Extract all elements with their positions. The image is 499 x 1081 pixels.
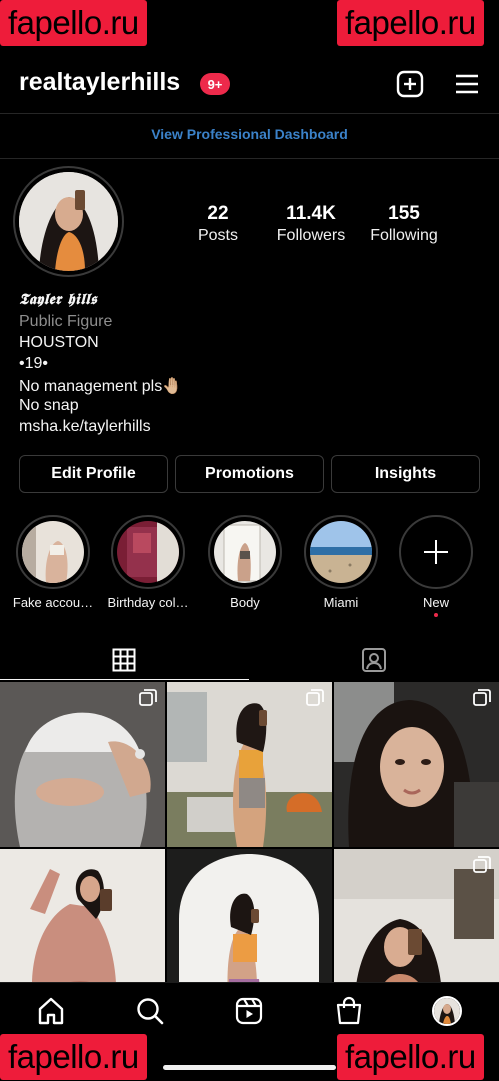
stat-posts-label: Posts: [197, 227, 238, 244]
highlight-item[interactable]: Fake accou…: [12, 515, 94, 610]
stat-following-count: 155: [388, 203, 420, 224]
create-post-icon[interactable]: [396, 70, 424, 98]
grid-icon: [112, 648, 136, 672]
tab-posts-grid[interactable]: [0, 640, 248, 680]
notification-badge: 9+: [200, 73, 230, 95]
avatar[interactable]: [19, 172, 118, 271]
highlight-ring: [208, 515, 282, 589]
stat-followers-count: 11.4K: [286, 203, 336, 224]
edit-profile-button[interactable]: Edit Profile: [19, 455, 168, 493]
stat-followers[interactable]: 11.4K Followers: [266, 203, 356, 245]
highlight-label: Birthday col…: [107, 595, 189, 610]
stat-posts[interactable]: 22 Posts: [173, 203, 263, 245]
multiple-images-icon: [139, 689, 157, 706]
multiple-images-icon: [306, 689, 324, 706]
watermark-top-right: fapello.ru: [337, 0, 484, 46]
professional-dashboard-link[interactable]: View Professional Dashboard: [0, 126, 499, 142]
highlight-label: New: [422, 595, 449, 610]
highlight-ring: [16, 515, 90, 589]
profile-tab-avatar[interactable]: [432, 996, 462, 1026]
watermark-top-left: fapello.ru: [0, 0, 147, 46]
plus-icon: [424, 540, 448, 564]
home-icon[interactable]: [36, 996, 66, 1026]
tagged-person-icon: [362, 648, 386, 672]
home-indicator: [163, 1065, 336, 1070]
bio-link[interactable]: msha.ke/taylerhills: [19, 418, 151, 436]
new-highlight-button[interactable]: New: [395, 515, 477, 617]
highlight-cover: [310, 521, 372, 583]
bio-line: HOUSTON: [19, 334, 99, 351]
highlight-item[interactable]: Body: [204, 515, 286, 610]
stat-posts-count: 22: [207, 203, 229, 224]
shop-icon[interactable]: [334, 996, 364, 1026]
insights-button[interactable]: Insights: [331, 455, 480, 493]
search-icon[interactable]: [135, 996, 165, 1026]
bio-line: •19•: [19, 355, 48, 372]
highlight-ring: [111, 515, 185, 589]
tab-tagged[interactable]: [250, 640, 498, 680]
active-tab-indicator: [0, 679, 249, 680]
bio-line: No snap: [19, 397, 79, 414]
highlight-item[interactable]: Miami: [300, 515, 382, 610]
profile-category: Public Figure: [19, 313, 113, 330]
multiple-images-icon: [473, 856, 491, 873]
bio-line: No management pls🤚🏼: [19, 378, 183, 395]
menu-icon[interactable]: [453, 70, 481, 98]
highlight-cover: [22, 521, 84, 583]
stat-followers-label: Followers: [276, 227, 346, 244]
post-thumbnail[interactable]: [0, 682, 165, 847]
reels-icon[interactable]: [234, 996, 264, 1026]
post-thumbnail[interactable]: [167, 682, 332, 847]
highlight-item[interactable]: Birthday col…: [107, 515, 189, 610]
highlight-ring: [304, 515, 378, 589]
stat-following-label: Following: [370, 227, 438, 244]
stat-following[interactable]: 155 Following: [359, 203, 449, 245]
highlight-ring: [399, 515, 473, 589]
highlight-cover: [214, 521, 276, 583]
multiple-images-icon: [473, 689, 491, 706]
highlight-label: Miami: [323, 595, 359, 610]
new-indicator-dot: [434, 613, 438, 617]
post-thumbnail[interactable]: [334, 682, 499, 847]
promotions-button[interactable]: Promotions: [175, 455, 324, 493]
highlight-cover: [117, 521, 179, 583]
highlight-label: Body: [230, 595, 260, 610]
watermark-bottom-right: fapello.ru: [337, 1034, 484, 1080]
divider: [0, 113, 499, 114]
divider: [0, 158, 499, 159]
profile-username[interactable]: realtaylerhills: [19, 68, 180, 97]
highlight-label: Fake accou…: [12, 595, 94, 610]
watermark-bottom-left: fapello.ru: [0, 1034, 147, 1080]
profile-display-name: 𝕿𝖆𝖞𝖑𝖊𝖗 𝖍𝖎𝖑𝖑𝖘: [19, 290, 98, 308]
